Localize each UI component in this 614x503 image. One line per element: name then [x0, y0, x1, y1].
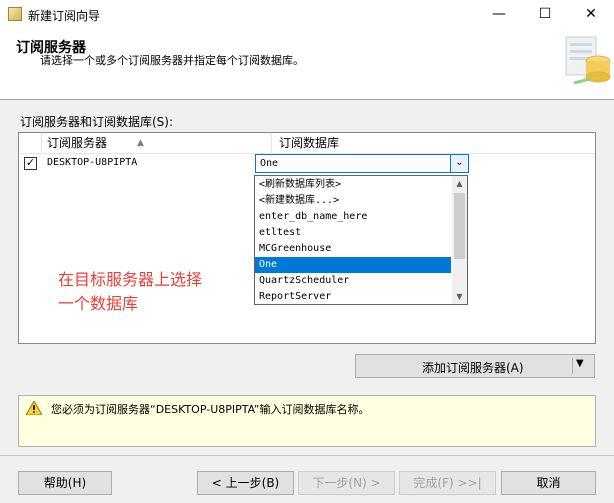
column-header-database[interactable]: 订阅数据库 — [273, 133, 595, 153]
dropdown-item[interactable]: enter_db_name_here — [255, 209, 451, 225]
dropdown-scrollbar[interactable]: ▲ ▼ — [452, 176, 467, 304]
dropdown-item[interactable]: QuartzScheduler — [255, 273, 451, 289]
header-checkbox-column — [19, 133, 42, 153]
dropdown-item-refresh[interactable]: <刷新数据库列表> — [255, 177, 451, 193]
window-title: 新建订阅向导 — [28, 9, 101, 23]
page-subtitle: 请选择一个或多个订阅服务器并指定每个订阅数据库。 — [40, 54, 304, 67]
annotation-line-1: 在目标服务器上选择 — [58, 270, 203, 289]
subscriber-checkbox[interactable]: ✓ — [24, 157, 37, 170]
close-button[interactable]: ✕ — [568, 0, 614, 29]
annotation-line-2: 一个数据库 — [58, 294, 139, 313]
scroll-down-icon[interactable]: ▼ — [452, 289, 467, 304]
subscriber-list-label: 订阅服务器和订阅数据库(S): — [20, 115, 174, 129]
subscriber-server-name: DESKTOP-U8PIPTA — [47, 157, 138, 168]
scrollbar-thumb[interactable] — [454, 193, 465, 259]
validation-message-text: 您必须为订阅服务器“DESKTOP-U8PIPTA”输入订阅数据库名称。 — [51, 403, 370, 416]
footer-divider — [0, 455, 614, 456]
add-subscriber-button[interactable]: 添加订阅服务器(A) ▼ — [355, 354, 595, 378]
column-header-subscriber-label: 订阅服务器 — [47, 136, 108, 150]
chevron-down-icon[interactable]: ⌄ — [450, 155, 468, 172]
add-subscriber-label: 添加订阅服务器(A) — [422, 361, 524, 375]
wizard-header: 订阅服务器 请选择一个或多个订阅服务器并指定每个订阅数据库。 — [0, 29, 614, 100]
next-button[interactable]: 下一步(N) > — [298, 471, 395, 495]
cancel-button[interactable]: 取消 — [501, 471, 596, 495]
database-combobox-value: One — [260, 158, 279, 169]
dropdown-item[interactable]: etltest — [255, 225, 451, 241]
dropdown-arrow-icon[interactable]: ▼ — [576, 358, 584, 369]
scroll-up-icon[interactable]: ▲ — [452, 176, 467, 191]
help-button[interactable]: 帮助(H) — [18, 471, 112, 495]
finish-button[interactable]: 完成(F) >>| — [399, 471, 496, 495]
maximize-button[interactable]: ☐ — [522, 0, 568, 29]
dropdown-item[interactable]: MCGreenhouse — [255, 241, 451, 257]
instruction-annotation: 在目标服务器上选择 一个数据库 — [58, 268, 202, 316]
dropdown-item-new-database[interactable]: <新建数据库...> — [255, 193, 451, 209]
split-divider — [572, 358, 573, 374]
database-dropdown-list: <刷新数据库列表> <新建数据库...> enter_db_name_here … — [254, 175, 468, 305]
wizard-app-icon — [8, 7, 22, 21]
database-banner-icon — [565, 36, 611, 85]
grid-header: 订阅服务器 ▲ 订阅数据库 — [19, 133, 595, 154]
sort-ascending-icon: ▲ — [137, 138, 144, 148]
title-bar: 新建订阅向导 — ☐ ✕ — [0, 0, 614, 29]
column-header-subscriber[interactable]: 订阅服务器 ▲ — [42, 133, 272, 153]
dropdown-item[interactable]: ReportServer — [255, 289, 451, 305]
validation-message-box: 您必须为订阅服务器“DESKTOP-U8PIPTA”输入订阅数据库名称。 — [18, 395, 596, 447]
warning-icon — [26, 401, 42, 415]
subscription-database-combobox[interactable]: One ⌄ — [255, 154, 469, 173]
table-row: ✓ DESKTOP-U8PIPTA One ⌄ — [19, 153, 595, 174]
minimize-button[interactable]: — — [476, 0, 522, 29]
dropdown-item-selected[interactable]: One — [255, 257, 451, 273]
back-button[interactable]: < 上一步(B) — [197, 471, 294, 495]
